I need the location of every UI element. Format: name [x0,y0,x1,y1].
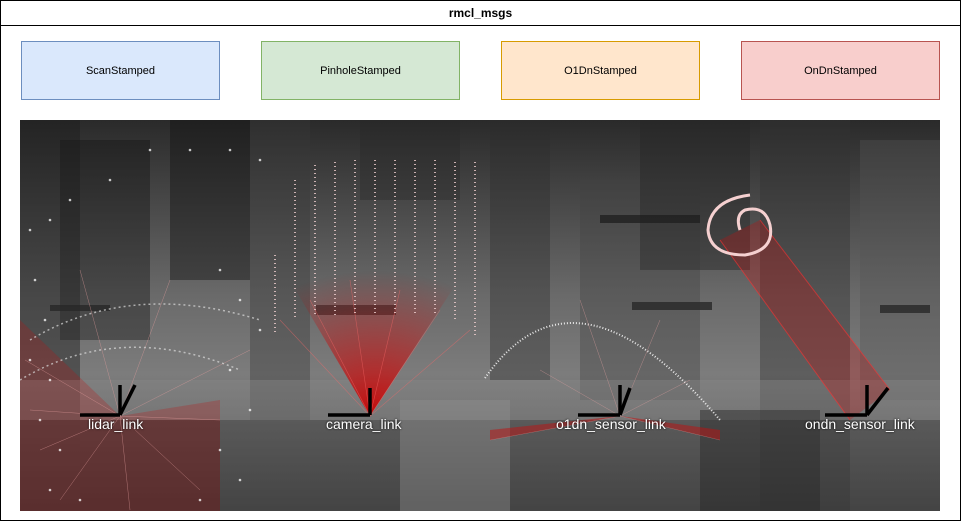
scene-svg [20,120,940,511]
o1dn-stamped-label: O1DnStamped [564,64,637,77]
lidar-link-label: lidar_link [88,416,144,432]
scan-stamped-label: ScanStamped [85,64,156,77]
ondn-sensor-link-label: ondn_sensor_link [805,416,915,432]
o1dn-sensor-link-label: o1dn_sensor_link [556,416,666,432]
ondn-stamped-box: OnDnStamped [741,41,940,100]
sensor-visualization: lidar_link camera_link o1dn_sensor_link … [20,120,940,511]
camera-link-label: camera_link [326,416,402,432]
diagram-title: rmcl_msgs [1,1,960,26]
scan-stamped-box: ScanStamped [21,41,220,100]
o1dn-stamped-box: O1DnStamped [501,41,700,100]
pinhole-stamped-label: PinholeStamped [320,64,401,77]
ondn-stamped-label: OnDnStamped [804,64,877,77]
pinhole-stamped-box: PinholeStamped [261,41,460,100]
